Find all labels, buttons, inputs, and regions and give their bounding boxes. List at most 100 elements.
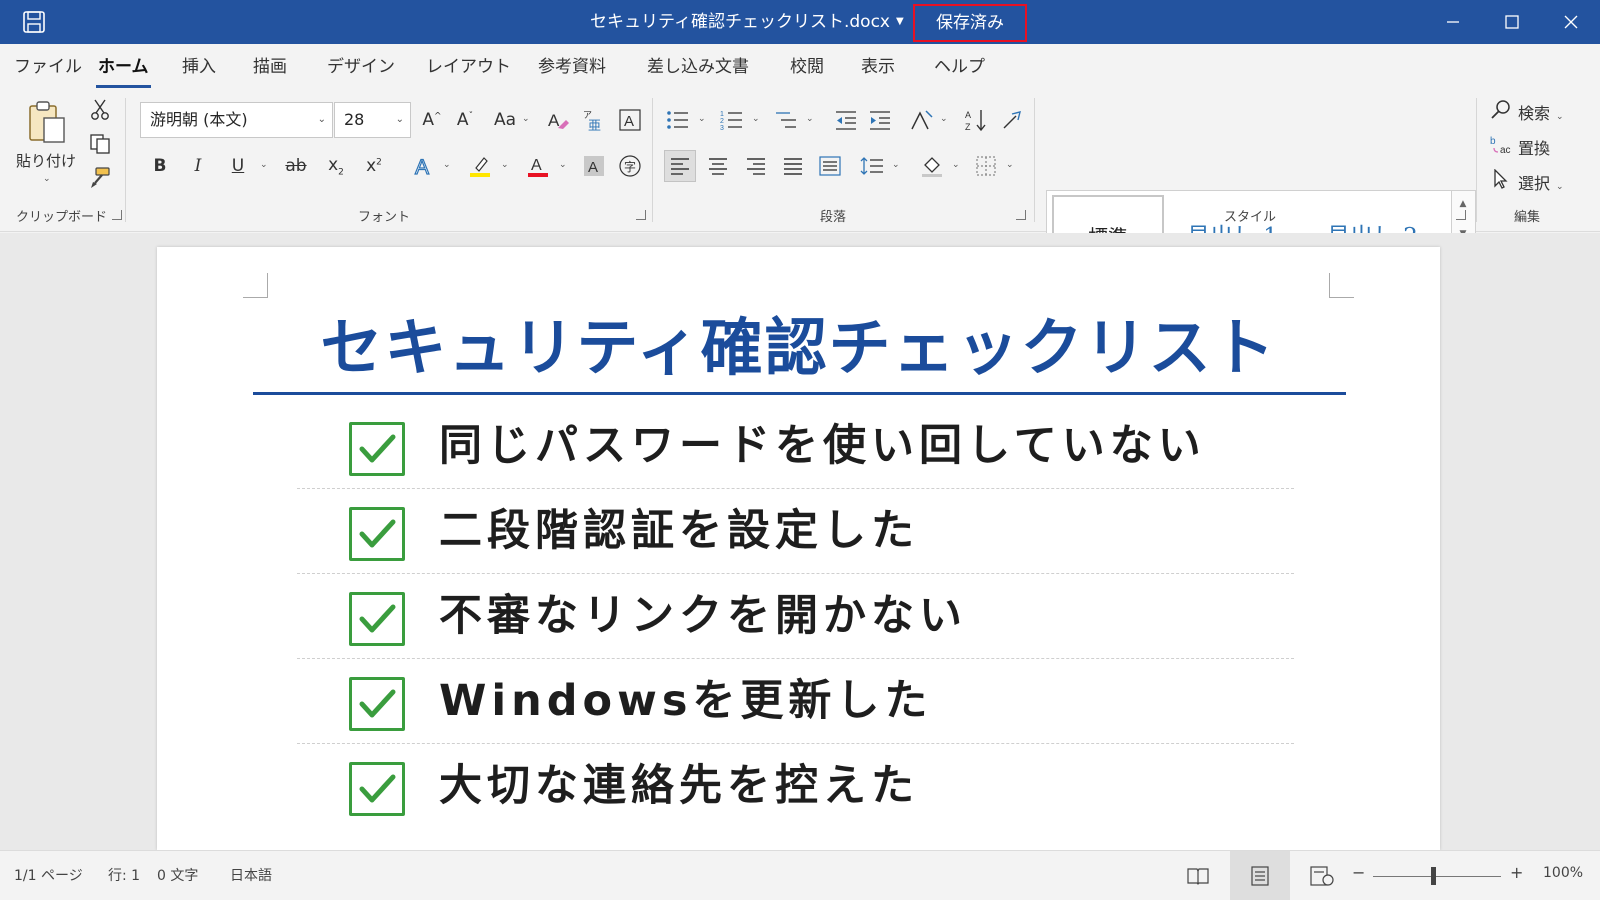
bold-button[interactable]: B (146, 152, 174, 180)
document-title[interactable]: セキュリティ確認チェックリスト.docx ▼ (590, 11, 904, 33)
checklist-item[interactable]: 不審なリンクを開かない (297, 574, 1294, 659)
print-layout-button[interactable] (1230, 851, 1290, 900)
select-button[interactable]: 選択 ⌄ (1490, 169, 1564, 194)
borders-button[interactable] (972, 152, 1000, 180)
chevron-down-icon[interactable]: ⌄ (396, 103, 404, 137)
chevron-down-icon[interactable]: ⌄ (892, 160, 900, 170)
numbering-button[interactable]: 123 (718, 106, 746, 134)
styles-launcher-icon[interactable] (1456, 210, 1466, 220)
highlight-button[interactable] (466, 152, 494, 180)
tab-insert[interactable]: 挿入 (182, 56, 216, 78)
document-area[interactable]: セキュリティ確認チェックリスト 同じパスワードを使い回していない 二段階認証を設… (0, 233, 1600, 850)
tab-home[interactable]: ホーム (96, 56, 150, 88)
shrink-font-button[interactable]: Aˇ (451, 106, 479, 134)
tab-file[interactable]: ファイル (14, 56, 82, 78)
checklist-item[interactable]: 同じパスワードを使い回していない (297, 404, 1294, 489)
checklist-item-text[interactable]: 大切な連絡先を控えた (439, 756, 919, 816)
checklist-item[interactable]: Windowsを更新した (297, 659, 1294, 744)
phonetic-guide-button[interactable]: ア亜 (580, 106, 608, 134)
sort-button[interactable]: AZ (962, 106, 990, 134)
clear-format-button[interactable]: A (544, 106, 572, 134)
character-shading-button[interactable]: A (580, 152, 608, 180)
clipboard-launcher-icon[interactable] (112, 210, 122, 220)
checklist-item-text[interactable]: 二段階認証を設定した (439, 501, 919, 561)
align-left-button[interactable] (664, 150, 696, 182)
enclose-characters-button[interactable]: 字 (616, 152, 644, 180)
checkbox[interactable] (349, 762, 405, 816)
strikethrough-button[interactable]: ab (282, 152, 310, 180)
chevron-down-icon[interactable]: ⌄ (443, 160, 451, 170)
checkbox[interactable] (349, 507, 405, 561)
chevron-down-icon[interactable]: ⌄ (501, 160, 509, 170)
shading-button[interactable] (918, 152, 946, 180)
grow-font-button[interactable]: A^ (418, 106, 446, 134)
read-mode-button[interactable] (1168, 851, 1228, 900)
word-count[interactable]: 0 文字 (157, 865, 198, 885)
copy-button[interactable] (88, 132, 112, 156)
chevron-down-icon[interactable]: ⌄ (318, 103, 326, 137)
align-right-button[interactable] (742, 152, 770, 180)
checklist-item-text[interactable]: 不審なリンクを開かない (439, 586, 967, 646)
document-page[interactable]: セキュリティ確認チェックリスト 同じパスワードを使い回していない 二段階認証を設… (157, 247, 1440, 850)
chevron-down-icon[interactable]: ⌄ (940, 114, 948, 124)
scroll-up-icon[interactable]: ▲ (1452, 199, 1474, 209)
chevron-down-icon[interactable]: ⌄ (698, 114, 706, 124)
checkbox[interactable] (349, 677, 405, 731)
paste-dropdown-icon[interactable]: ⌄ (43, 174, 51, 184)
checklist-item[interactable]: 大切な連絡先を控えた (297, 744, 1294, 829)
zoom-slider[interactable] (1373, 876, 1501, 877)
maximize-button[interactable] (1483, 0, 1541, 44)
zoom-out-button[interactable]: − (1352, 863, 1365, 882)
font-launcher-icon[interactable] (636, 210, 646, 220)
chevron-down-icon[interactable]: ⌄ (952, 160, 960, 170)
line-number[interactable]: 行: 1 (108, 865, 140, 885)
underline-button[interactable]: U (224, 152, 252, 180)
align-center-button[interactable] (704, 152, 732, 180)
paste-button[interactable] (26, 100, 68, 144)
tab-review[interactable]: 校閲 (790, 56, 824, 78)
chevron-down-icon[interactable]: ⌄ (1556, 182, 1564, 192)
character-border-button[interactable]: A (616, 106, 644, 134)
text-effects-button[interactable]: A (410, 152, 438, 180)
superscript-button[interactable]: x2 (360, 152, 388, 180)
tab-design[interactable]: デザイン (327, 56, 395, 78)
paragraph-launcher-icon[interactable] (1016, 210, 1026, 220)
chevron-down-icon[interactable]: ⌄ (1006, 160, 1014, 170)
cut-button[interactable] (88, 98, 112, 122)
tab-references[interactable]: 参考資料 (538, 56, 606, 78)
web-layout-button[interactable] (1292, 851, 1352, 900)
minimize-button[interactable] (1424, 0, 1482, 44)
show-marks-button[interactable] (998, 106, 1026, 134)
increase-indent-button[interactable] (866, 106, 894, 134)
page-count[interactable]: 1/1 ページ (14, 865, 83, 885)
language-indicator[interactable]: 日本語 (230, 865, 272, 885)
chevron-down-icon[interactable]: ⌄ (806, 114, 814, 124)
close-button[interactable] (1542, 0, 1600, 44)
checklist-item-text[interactable]: Windowsを更新した (439, 671, 932, 731)
checkbox[interactable] (349, 592, 405, 646)
checkbox[interactable] (349, 422, 405, 476)
save-icon[interactable] (22, 11, 46, 33)
tab-draw[interactable]: 描画 (253, 56, 287, 78)
chevron-down-icon[interactable]: ⌄ (260, 160, 268, 170)
font-name-combo[interactable]: 游明朝 (本文) ⌄ (140, 102, 333, 138)
replace-button[interactable]: b ac 置換 (1490, 134, 1550, 159)
font-size-combo[interactable]: 28 ⌄ (334, 102, 411, 138)
find-button[interactable]: 検索 ⌄ (1490, 99, 1564, 124)
tab-layout[interactable]: レイアウト (426, 56, 511, 78)
checklist-item-text[interactable]: 同じパスワードを使い回していない (439, 416, 1206, 476)
zoom-level[interactable]: 100% (1543, 865, 1583, 881)
italic-button[interactable]: I (184, 152, 212, 180)
change-case-button[interactable]: Aa (490, 106, 520, 134)
checklist-item[interactable]: 二段階認証を設定した (297, 489, 1294, 574)
paste-label[interactable]: 貼り付け (16, 150, 76, 171)
tab-mailings[interactable]: 差し込み文書 (647, 56, 749, 78)
multilevel-list-button[interactable] (772, 106, 800, 134)
decrease-indent-button[interactable] (832, 106, 860, 134)
justify-button[interactable] (779, 152, 807, 180)
asian-layout-button[interactable] (908, 106, 936, 134)
tab-help[interactable]: ヘルプ (934, 56, 985, 78)
line-spacing-button[interactable] (858, 152, 886, 180)
document-heading[interactable]: セキュリティ確認チェックリスト (157, 297, 1440, 387)
subscript-button[interactable]: x2 (322, 152, 350, 180)
